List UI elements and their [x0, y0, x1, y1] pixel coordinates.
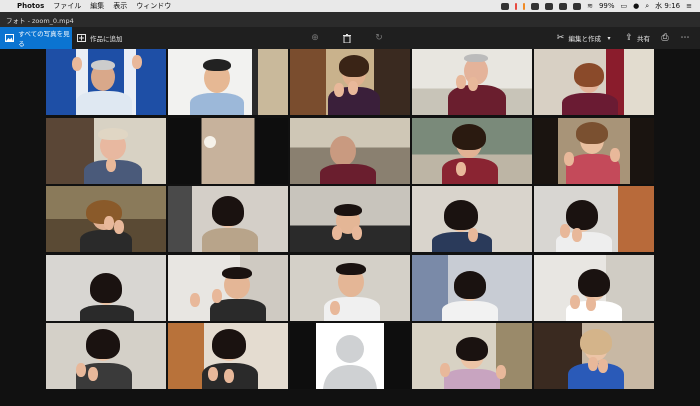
status-icon[interactable] [501, 2, 510, 10]
participant-video-tile [412, 323, 532, 389]
participant-video-tile [412, 117, 532, 184]
trash-icon[interactable] [342, 33, 352, 43]
participant-video-tile [534, 49, 654, 115]
participant-video-tile [168, 117, 288, 184]
participant-video-tile [168, 186, 288, 252]
participant-video-tile [46, 323, 166, 389]
edit-create-button[interactable]: ✂ 編集と作成 ▾ [556, 33, 615, 43]
participant-video-tile [534, 323, 654, 389]
battery-icon[interactable]: ▭ [621, 2, 628, 10]
participant-video-tile [290, 186, 410, 252]
participant-video-tile [412, 49, 532, 115]
menu-file[interactable]: ファイル [53, 1, 81, 11]
participant-video-tile [46, 186, 166, 252]
add-to-creation-icon [76, 33, 86, 43]
participant-video-tile [46, 49, 166, 115]
user-icon[interactable]: ● [633, 2, 639, 10]
participant-video-tile [168, 254, 288, 321]
see-all-photos-button[interactable]: すべての写真を見る [0, 27, 72, 49]
status-icon[interactable] [559, 2, 568, 10]
photos-icon [5, 33, 15, 43]
status-icon[interactable] [545, 2, 554, 10]
menu-window[interactable]: ウィンドウ [136, 1, 171, 11]
participant-video-tile [412, 186, 532, 252]
search-icon[interactable]: ⌕ [645, 2, 649, 11]
participant-video-tile [412, 254, 532, 321]
video-frame-grid [46, 49, 654, 389]
participant-video-tile [46, 254, 166, 321]
user-placeholder-icon [323, 335, 377, 389]
participant-video-tile [290, 49, 410, 115]
edit-create-label: 編集と作成 [568, 35, 602, 43]
see-all-photos-label: すべての写真を見る [18, 30, 70, 48]
participant-video-tile [168, 323, 288, 389]
wifi-icon[interactable]: ≋ [587, 2, 593, 10]
participant-video-tile [534, 117, 654, 184]
macos-menubar: Photos ファイル 編集 表示 ウィンドウ ≋ 99% ▭ ● ⌕ 水 9:… [0, 0, 700, 12]
add-to-creation-label: 作品に追加 [90, 35, 123, 43]
more-icon[interactable]: ⋯ [680, 33, 690, 43]
avatar-placeholder-box [316, 323, 384, 389]
rotate-icon[interactable]: ↻ [374, 33, 384, 43]
status-icon[interactable] [515, 2, 518, 10]
chevron-down-icon: ▾ [607, 34, 611, 42]
participant-video-tile [534, 186, 654, 252]
battery-percent: 99% [598, 2, 615, 10]
menu-extras-icon[interactable]: ≡ [686, 2, 692, 10]
print-icon[interactable]: ⎙ [660, 33, 670, 43]
add-to-creation-button[interactable]: 作品に追加 [76, 27, 123, 49]
participant-video-tile [290, 254, 410, 321]
participant-video-tile [290, 323, 410, 389]
zoom-in-icon[interactable]: ⊕ [310, 33, 320, 43]
photos-toolbar: すべての写真を見る 作品に追加 ⊕ ↻ ✂ 編集と作成 ▾ ⇪ 共有 ⎙ ⋯ [0, 27, 700, 49]
window-bottom-bar [0, 391, 700, 406]
share-label: 共有 [637, 35, 650, 43]
status-icon[interactable] [531, 2, 540, 10]
share-icon: ⇪ [625, 33, 633, 43]
window-titlebar: フォト - zoom_0.mp4 [0, 12, 700, 27]
participant-video-tile [46, 117, 166, 184]
menu-view[interactable]: 表示 [113, 1, 127, 11]
window-title: フォト - zoom_0.mp4 [6, 16, 74, 25]
share-button[interactable]: ⇪ 共有 [624, 33, 650, 43]
edit-create-icon: ✂ [556, 33, 565, 43]
menu-edit[interactable]: 編集 [90, 1, 104, 11]
participant-video-tile [168, 49, 288, 115]
status-icon[interactable] [523, 2, 526, 10]
clock[interactable]: 水 9:16 [655, 1, 680, 11]
app-name-menu[interactable]: Photos [17, 2, 44, 10]
participant-video-tile [534, 254, 654, 321]
status-icon[interactable] [573, 2, 582, 10]
participant-video-tile [290, 117, 410, 184]
